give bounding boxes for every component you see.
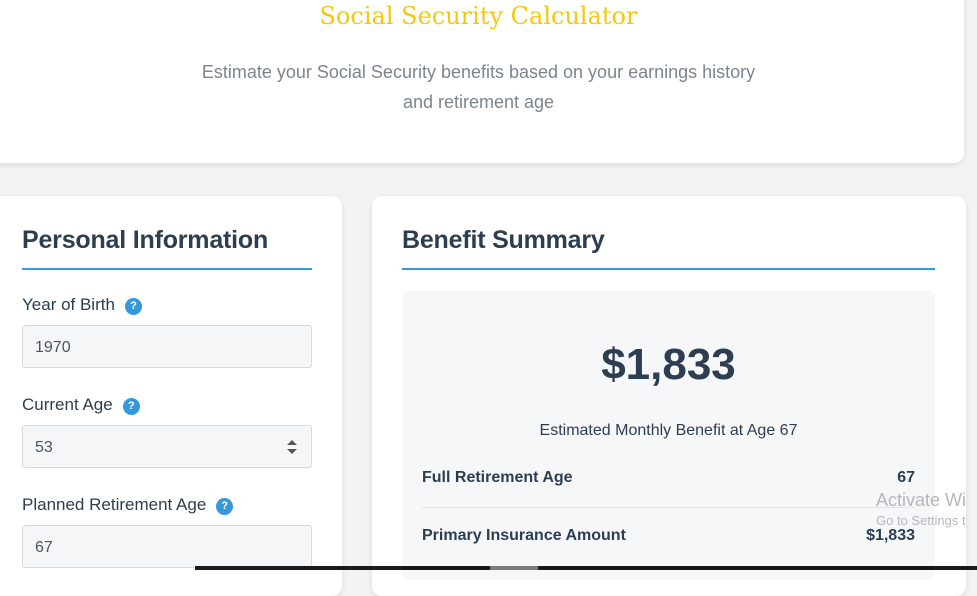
personal-info-divider (22, 268, 312, 270)
chevron-up-icon[interactable] (287, 440, 297, 445)
current-age-stepper[interactable]: 53 (22, 425, 312, 468)
summary-row-primary-insurance-amount: Primary Insurance Amount $1,833 (422, 527, 915, 557)
subtitle-line-2: and retirement age (402, 92, 555, 112)
summary-row-value: 67 (897, 469, 915, 486)
year-of-birth-value: 1970 (35, 339, 71, 356)
activation-watermark: Activate Wi Go to Settings t (876, 490, 966, 528)
current-age-value: 53 (35, 439, 53, 456)
stepper-arrows-icon[interactable] (287, 440, 297, 456)
row-divider (422, 507, 915, 508)
retirement-age-input[interactable]: 67 (22, 525, 312, 568)
year-of-birth-label-text: Year of Birth (22, 295, 115, 314)
retirement-age-value: 67 (35, 539, 53, 556)
horizontal-scrollbar[interactable] (195, 566, 977, 570)
year-of-birth-label: Year of Birth? (22, 295, 142, 315)
retirement-age-label-text: Planned Retirement Age (22, 495, 207, 514)
benefit-result-panel: $1,833 Estimated Monthly Benefit at Age … (402, 290, 935, 580)
monthly-benefit-caption: Estimated Monthly Benefit at Age 67 (539, 422, 798, 439)
year-of-birth-input[interactable]: 1970 (22, 325, 312, 368)
benefit-summary-divider (402, 268, 935, 270)
current-age-label-text: Current Age (22, 395, 113, 414)
current-age-label: Current Age? (22, 395, 140, 415)
help-icon[interactable]: ? (216, 498, 234, 515)
watermark-line-1: Activate Wi (876, 490, 967, 510)
help-icon[interactable]: ? (122, 398, 140, 415)
retirement-age-label: Planned Retirement Age? (22, 495, 234, 515)
help-icon[interactable]: ? (124, 298, 142, 315)
monthly-benefit-amount: $1,833 (601, 340, 736, 389)
subtitle-line-1: Estimate your Social Security benefits b… (201, 62, 756, 82)
page-title: Social Security Calculator (319, 2, 638, 30)
watermark-line-2: Go to Settings t (876, 513, 966, 528)
personal-info-title: Personal Information (22, 226, 269, 254)
scrollbar-thumb[interactable] (490, 566, 538, 570)
benefit-summary-title: Benefit Summary (402, 226, 605, 254)
summary-row-full-retirement-age: Full Retirement Age 67 (422, 469, 915, 499)
summary-row-value: $1,833 (866, 527, 915, 544)
chevron-down-icon[interactable] (287, 449, 297, 454)
summary-row-label: Primary Insurance Amount (422, 527, 626, 544)
page-subtitle: Estimate your Social Security benefits b… (190, 57, 767, 117)
summary-row-label: Full Retirement Age (422, 469, 573, 486)
